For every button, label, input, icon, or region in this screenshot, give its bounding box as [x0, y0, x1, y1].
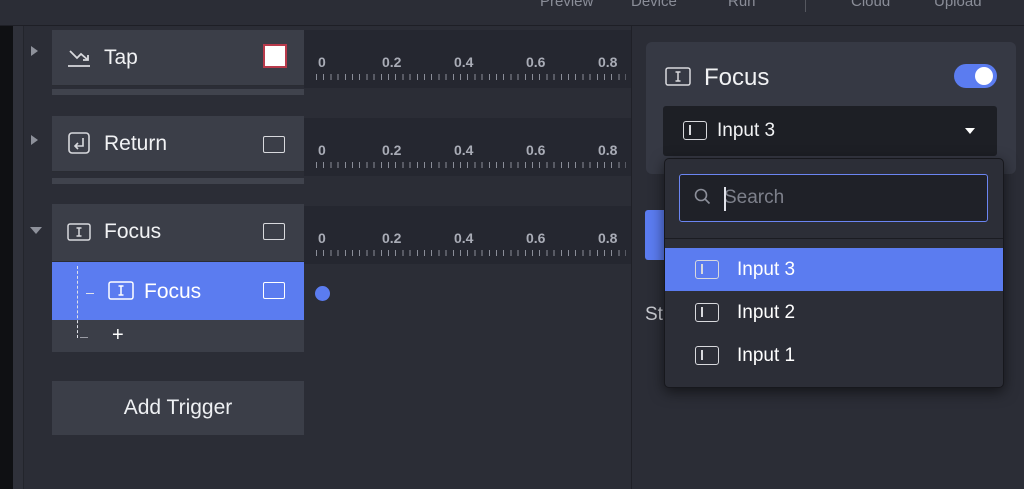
- trigger-row-return[interactable]: Return: [52, 116, 304, 172]
- color-swatch[interactable]: [263, 44, 287, 68]
- ruler-tick: 0: [318, 230, 326, 246]
- panel-partial-label: St: [645, 304, 663, 325]
- expand-return-icon[interactable]: [31, 135, 38, 145]
- option-label: Input 1: [737, 345, 796, 366]
- dropdown-option-input-2[interactable]: Input 2: [665, 291, 1003, 334]
- ruler-tick: 0.2: [382, 230, 402, 246]
- tree-connector: [77, 266, 78, 338]
- ruler-tick: 0.4: [454, 54, 474, 70]
- panel-action-button[interactable]: [645, 210, 665, 260]
- device-button[interactable]: Device: [631, 0, 677, 10]
- ruler-tick: 0: [318, 54, 326, 70]
- upload-button[interactable]: Upload: [934, 0, 982, 10]
- search-field[interactable]: [679, 174, 988, 222]
- text-cursor-icon: [67, 223, 91, 241]
- toolbar-divider: [805, 0, 806, 12]
- ruler-ticks: [316, 162, 626, 168]
- ruler-tick: 0.8: [598, 230, 618, 246]
- ruler-tick: 0.4: [454, 230, 474, 246]
- option-label: Input 3: [737, 259, 796, 280]
- collapse-focus-icon[interactable]: [30, 227, 42, 234]
- input-layer-icon: [695, 260, 719, 279]
- timeline-ruler: 0 0.2 0.4 0.6 0.8: [304, 118, 631, 176]
- panel-title: Focus: [704, 64, 770, 91]
- input-select[interactable]: Input 3: [663, 106, 997, 156]
- ruler-ticks: [316, 250, 626, 256]
- trigger-tap-footer: [52, 89, 304, 95]
- canvas-edge: [0, 26, 13, 489]
- ruler-tick: 0.2: [382, 54, 402, 70]
- option-label: Input 2: [737, 302, 796, 323]
- trigger-label-focus: Focus: [104, 220, 162, 243]
- ruler-ticks: [316, 74, 626, 80]
- ruler-tick: 0.2: [382, 142, 402, 158]
- text-cursor-icon: [108, 281, 134, 300]
- ruler-tick: 0.4: [454, 142, 474, 158]
- dropdown-option-input-3[interactable]: Input 3: [665, 248, 1003, 291]
- tap-gesture-icon: [68, 50, 90, 67]
- ruler-tick: 0.6: [526, 54, 546, 70]
- layer-target-icon[interactable]: [263, 223, 285, 240]
- layer-target-icon[interactable]: [263, 136, 285, 153]
- timeline-ruler: 0 0.2 0.4 0.6 0.8: [304, 206, 631, 264]
- ruler-tick: 0.8: [598, 54, 618, 70]
- dropdown-divider: [665, 238, 1003, 239]
- layer-target-icon[interactable]: [263, 282, 285, 299]
- trigger-label-tap: Tap: [104, 46, 138, 69]
- panel-gutter: [13, 26, 23, 489]
- timeline-ruler: 0 0.2 0.4 0.6 0.8: [304, 30, 631, 88]
- add-child-row[interactable]: [52, 320, 304, 352]
- trigger-child-label: Focus: [144, 280, 202, 303]
- chevron-down-icon[interactable]: [965, 128, 975, 134]
- keyframe-dot[interactable]: [315, 286, 330, 301]
- trigger-label-return: Return: [104, 132, 168, 155]
- trigger-return-footer: [52, 178, 304, 184]
- ruler-tick: 0: [318, 142, 326, 158]
- text-caret: [724, 187, 726, 211]
- input-layer-icon: [695, 303, 719, 322]
- add-child-button[interactable]: +: [112, 324, 124, 347]
- prototype-editor: Preview Device Run Cloud Upload Tap Retu…: [0, 0, 1024, 489]
- input-layer-icon: [683, 121, 707, 140]
- search-input[interactable]: [724, 185, 974, 211]
- input-layer-icon: [695, 346, 719, 365]
- dropdown-option-input-1[interactable]: Input 1: [665, 334, 1003, 377]
- return-key-icon: [68, 132, 90, 154]
- tree-connector: [80, 337, 88, 338]
- add-trigger-button[interactable]: Add Trigger: [52, 381, 304, 435]
- enable-toggle[interactable]: [954, 64, 997, 88]
- tree-connector: [86, 293, 94, 294]
- ruler-tick: 0.8: [598, 142, 618, 158]
- expand-tap-icon[interactable]: [31, 46, 38, 56]
- trigger-row-focus[interactable]: Focus: [52, 204, 304, 262]
- input-select-value: Input 3: [717, 120, 776, 141]
- trigger-child-focus[interactable]: Focus: [52, 262, 304, 320]
- preview-button[interactable]: Preview: [540, 0, 593, 10]
- text-cursor-icon: [665, 67, 691, 86]
- ruler-tick: 0.6: [526, 142, 546, 158]
- expand-column: [23, 26, 52, 489]
- cloud-button[interactable]: Cloud: [851, 0, 890, 10]
- top-toolbar: Preview Device Run Cloud Upload: [0, 0, 1024, 26]
- search-icon: [694, 188, 711, 205]
- ruler-tick: 0.6: [526, 230, 546, 246]
- run-button[interactable]: Run: [728, 0, 756, 10]
